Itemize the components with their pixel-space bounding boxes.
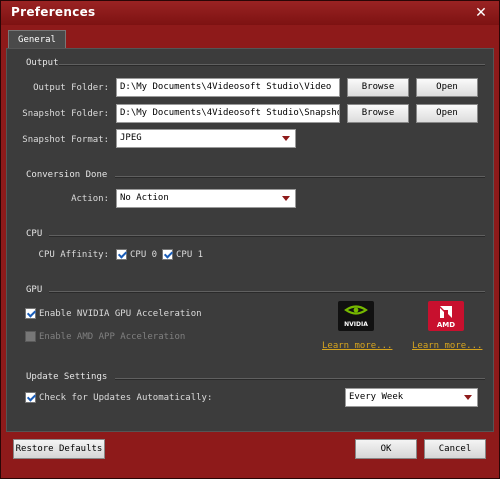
nvidia-learn-more-link[interactable]: Learn more... <box>322 341 392 351</box>
output-folder-label: Output Folder: <box>33 83 109 93</box>
auto-update-label: Check for Updates Automatically: <box>39 393 213 403</box>
snapshot-folder-label: Snapshot Folder: <box>22 109 109 119</box>
output-heading: Output <box>26 58 59 68</box>
snapshot-open-button[interactable]: Open <box>416 104 478 123</box>
close-icon[interactable]: ✕ <box>473 5 489 21</box>
dialog-footer: Restore Defaults OK Cancel <box>6 433 494 469</box>
snapshot-folder-field[interactable]: D:\My Documents\4Videosoft Studio\Snapsh… <box>116 104 340 123</box>
nvidia-logo: NVIDIA <box>338 301 374 331</box>
gpu-divider <box>49 291 485 293</box>
auto-update-checkbox[interactable] <box>25 392 36 403</box>
conversion-heading: Conversion Done <box>26 170 108 180</box>
amd-label: Enable AMD APP Acceleration <box>39 332 186 342</box>
cpu1-checkbox[interactable] <box>162 249 173 260</box>
tab-strip: General <box>6 27 494 50</box>
cpu1-label: CPU 1 <box>176 250 204 260</box>
svg-text:AMD: AMD <box>437 321 455 329</box>
window-title: Preferences <box>11 5 96 19</box>
cancel-button[interactable]: Cancel <box>424 439 486 459</box>
amd-logo: AMD <box>428 301 464 331</box>
update-frequency-value: Every Week <box>349 392 404 402</box>
snapshot-format-value: JPEG <box>120 133 142 143</box>
svg-text:NVIDIA: NVIDIA <box>344 321 368 328</box>
chevron-down-icon <box>282 136 290 141</box>
chevron-down-icon <box>282 196 290 201</box>
output-browse-button[interactable]: Browse <box>347 78 409 97</box>
snapshot-format-select[interactable]: JPEG <box>116 129 296 148</box>
nvidia-label: Enable NVIDIA GPU Acceleration <box>39 309 202 319</box>
action-select[interactable]: No Action <box>116 189 296 208</box>
snapshot-format-label: Snapshot Format: <box>22 135 109 145</box>
preferences-window: Preferences ✕ General Output Output Fold… <box>0 0 500 479</box>
cpu-affinity-label: CPU Affinity: <box>38 250 109 260</box>
gpu-heading: GPU <box>26 285 43 295</box>
amd-learn-more-link[interactable]: Learn more... <box>412 341 482 351</box>
restore-defaults-button[interactable]: Restore Defaults <box>13 439 105 459</box>
action-value: No Action <box>120 193 169 203</box>
tab-general[interactable]: General <box>8 30 66 50</box>
cpu-heading: CPU <box>26 229 43 239</box>
update-frequency-select[interactable]: Every Week <box>345 388 478 407</box>
general-panel: Output Output Folder: D:\My Documents\4V… <box>6 48 494 432</box>
output-open-button[interactable]: Open <box>416 78 478 97</box>
conversion-divider <box>115 176 485 178</box>
cpu0-checkbox[interactable] <box>116 249 127 260</box>
ok-button[interactable]: OK <box>355 439 417 459</box>
output-divider <box>59 64 485 66</box>
snapshot-browse-button[interactable]: Browse <box>347 104 409 123</box>
output-folder-field[interactable]: D:\My Documents\4Videosoft Studio\Video <box>116 78 340 97</box>
nvidia-checkbox[interactable] <box>25 308 36 319</box>
cpu0-label: CPU 0 <box>130 250 158 260</box>
update-divider <box>115 378 485 380</box>
chevron-down-icon <box>464 395 472 400</box>
cpu-divider <box>49 235 485 237</box>
update-heading: Update Settings <box>26 372 108 382</box>
title-bar[interactable]: Preferences ✕ <box>1 1 499 25</box>
amd-checkbox[interactable] <box>25 331 36 342</box>
action-label: Action: <box>71 194 109 204</box>
